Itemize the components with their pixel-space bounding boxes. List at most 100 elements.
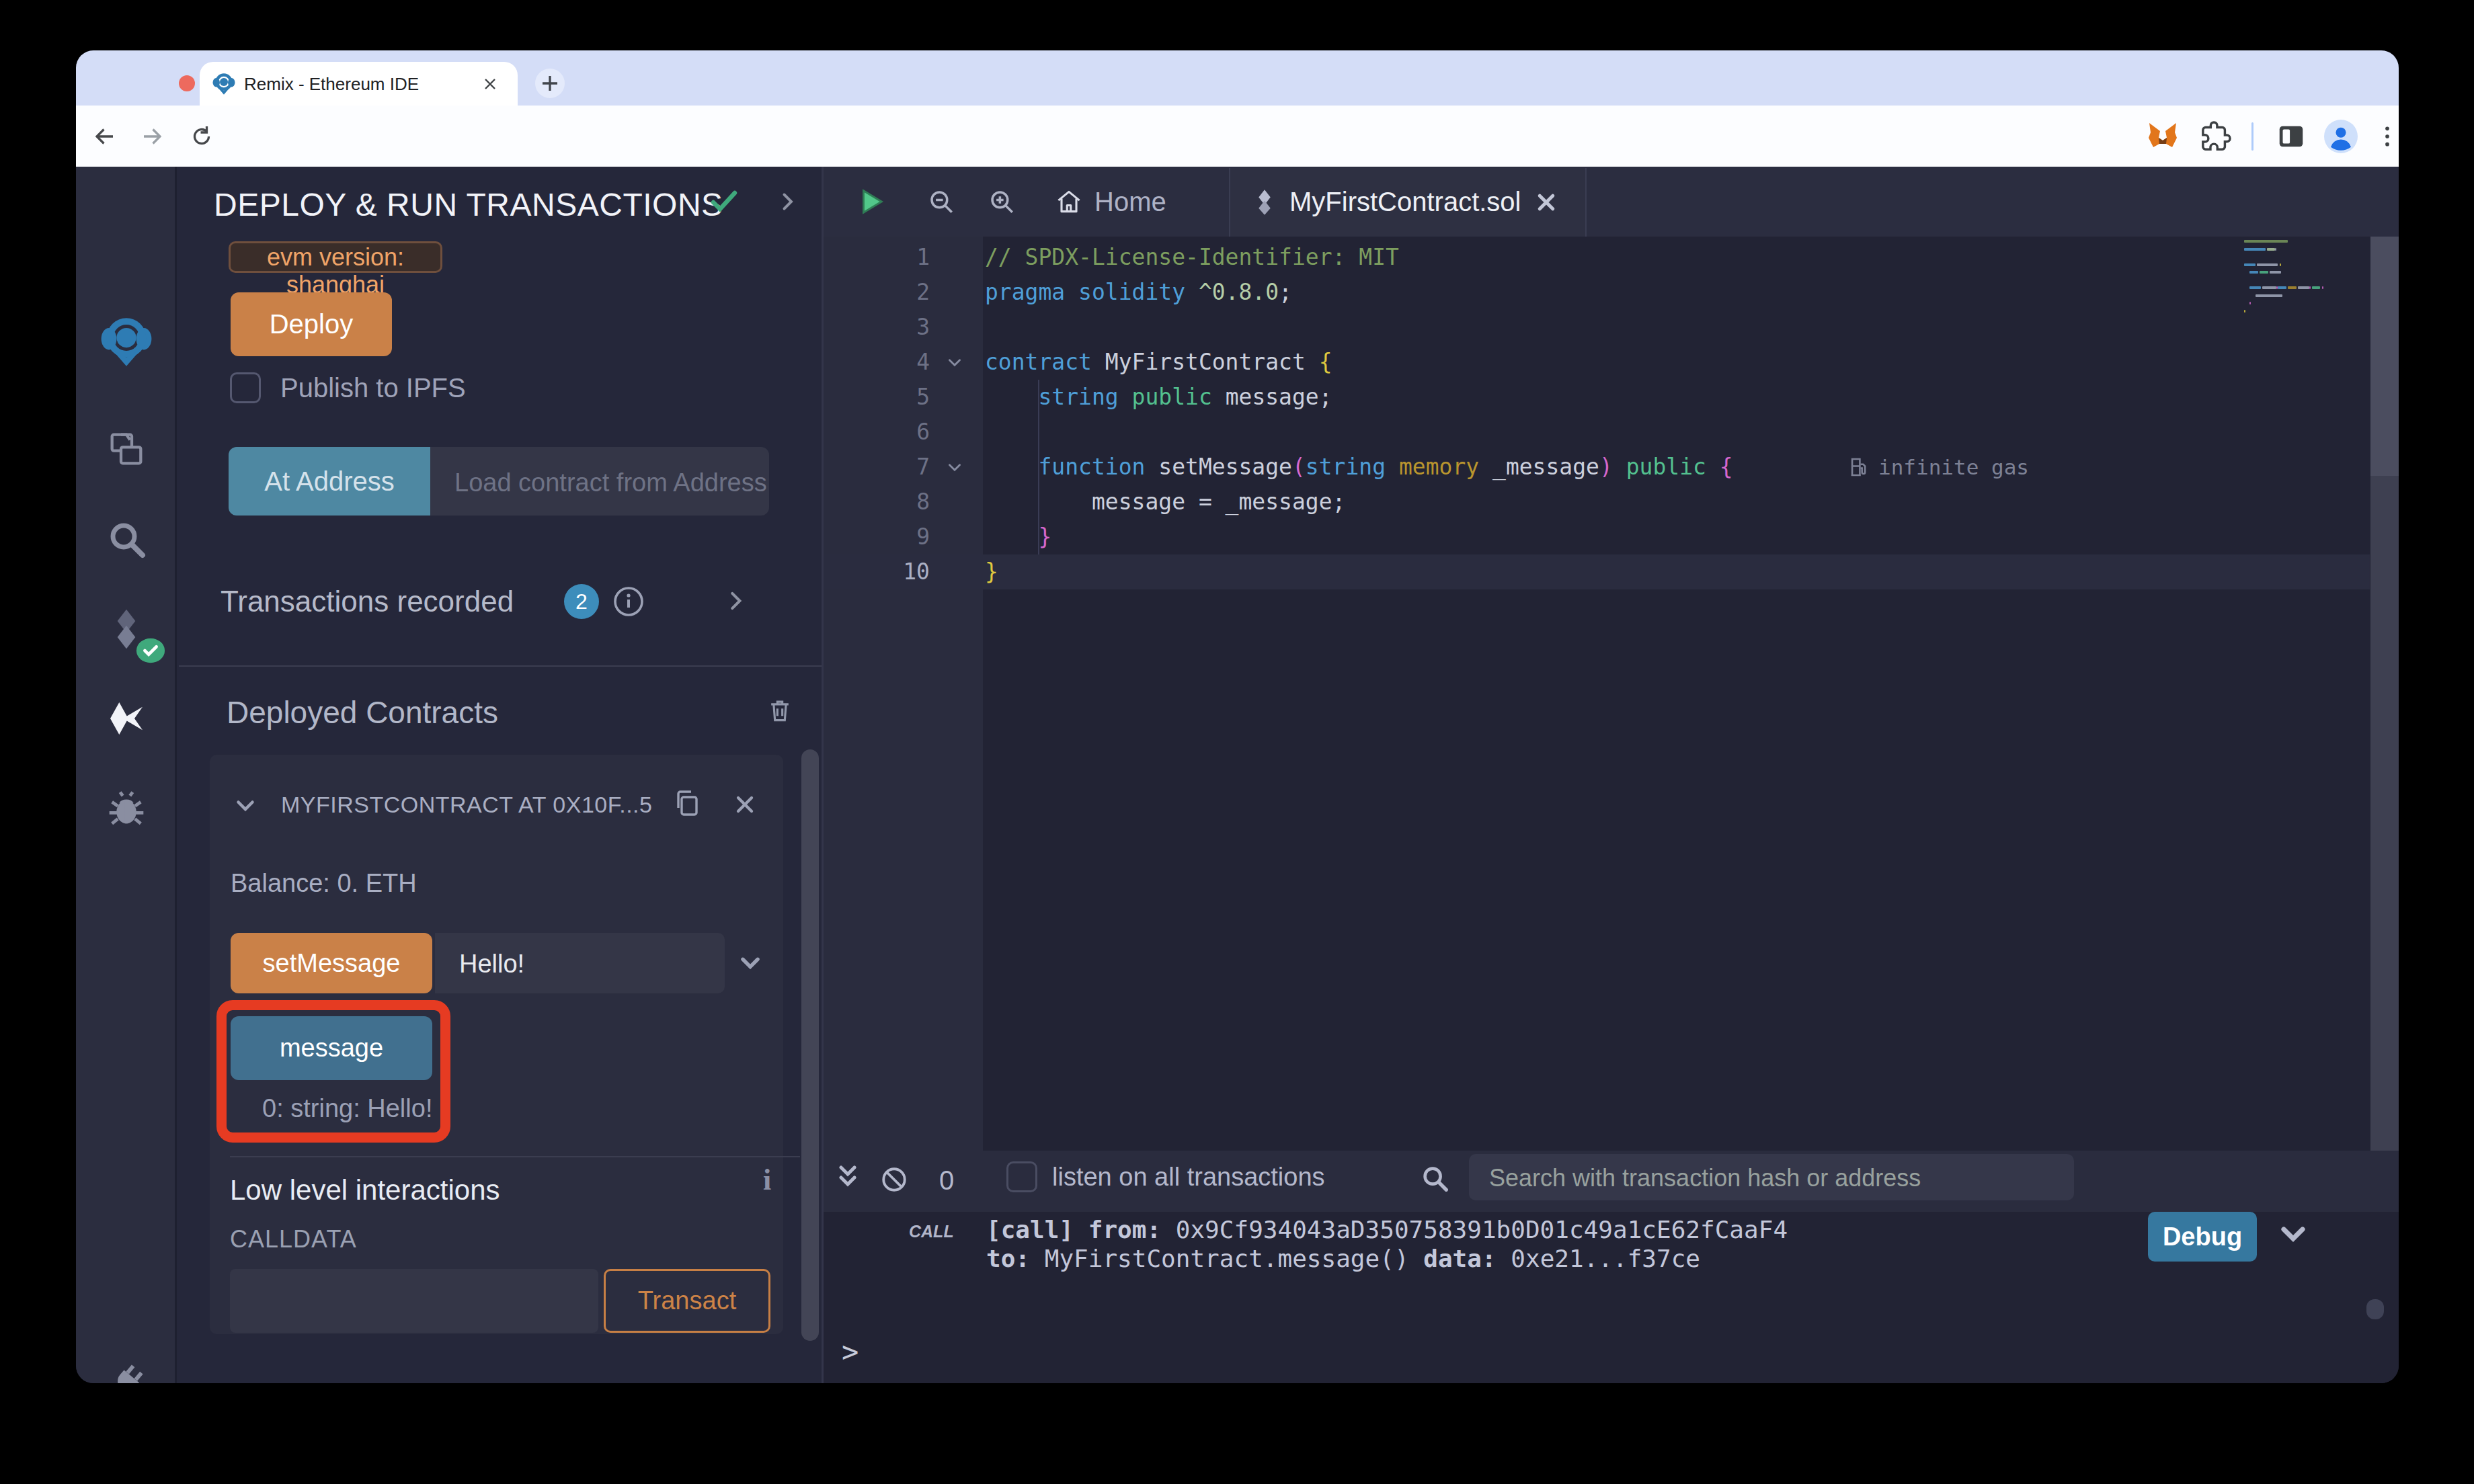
forward-button[interactable] bbox=[140, 124, 164, 149]
panel-scrollbar[interactable] bbox=[801, 749, 819, 1341]
debug-button[interactable]: Debug bbox=[2148, 1212, 2257, 1262]
line-number: 1 bbox=[824, 240, 930, 275]
terminal-collapse-icon[interactable] bbox=[834, 1163, 861, 1192]
panel-collapse-chevron[interactable] bbox=[775, 190, 799, 214]
copy-address-icon[interactable] bbox=[671, 786, 703, 821]
expand-args-chevron[interactable] bbox=[736, 950, 764, 975]
tab-file-active[interactable]: MyFirstContract.sol bbox=[1229, 168, 1587, 237]
browser-window: Remix - Ethereum IDE remix bbox=[76, 50, 2399, 1383]
plugin-icon-rail bbox=[76, 167, 177, 1383]
line-number: 5 bbox=[824, 380, 930, 415]
contract-pill-label[interactable]: MYFIRSTCONTRACT AT 0X10F...5 bbox=[281, 792, 652, 818]
publish-ipfs-checkbox[interactable] bbox=[230, 372, 261, 403]
code-text: contract MyFirstContract { bbox=[985, 345, 1332, 380]
listen-transactions-checkbox[interactable] bbox=[1006, 1161, 1037, 1192]
close-window-button[interactable] bbox=[179, 75, 195, 91]
deploy-run-icon[interactable] bbox=[105, 697, 148, 740]
fold-chevron-icon[interactable] bbox=[945, 354, 965, 372]
contract-collapse-chevron[interactable] bbox=[232, 793, 259, 817]
calldata-label: CALLDATA bbox=[230, 1225, 357, 1253]
minimap-line bbox=[2249, 302, 2251, 304]
code-line[interactable]: 8 message = _message; bbox=[824, 485, 2370, 520]
remix-logo bbox=[100, 316, 153, 368]
debugger-icon[interactable] bbox=[105, 788, 148, 831]
minimap-line bbox=[2244, 248, 2266, 251]
terminal-log-lines: [call] from: 0x9Cf934043aD350758391b0D01… bbox=[986, 1215, 1788, 1273]
browser-menu-icon[interactable] bbox=[2374, 123, 2399, 150]
code-line[interactable]: 6 bbox=[824, 415, 2370, 450]
listen-transactions-label: listen on all transactions bbox=[1052, 1163, 1325, 1192]
line-number: 2 bbox=[824, 275, 930, 310]
editor-scrollbar[interactable] bbox=[2370, 237, 2399, 1151]
code-line[interactable]: 1// SPDX-License-Identifier: MIT bbox=[824, 240, 2370, 275]
message-button[interactable]: message bbox=[231, 1016, 432, 1080]
code-line[interactable]: 2pragma solidity ^0.8.0; bbox=[824, 275, 2370, 310]
tab-title: Remix - Ethereum IDE bbox=[244, 74, 419, 95]
line-number: 10 bbox=[824, 554, 930, 589]
minimap-line bbox=[2278, 286, 2286, 289]
reload-button[interactable] bbox=[190, 124, 214, 149]
code-line[interactable]: 10} bbox=[824, 554, 2370, 589]
plugin-manager-icon[interactable] bbox=[105, 1361, 148, 1383]
tab-home[interactable]: Home bbox=[1054, 167, 1166, 237]
code-line[interactable]: 9 } bbox=[824, 520, 2370, 554]
line-number: 8 bbox=[824, 485, 930, 520]
clear-console-icon[interactable] bbox=[880, 1165, 908, 1194]
transact-button[interactable]: Transact bbox=[604, 1269, 770, 1333]
tab-file-label: MyFirstContract.sol bbox=[1289, 187, 1521, 217]
at-address-input[interactable]: Load contract from Address bbox=[430, 447, 769, 516]
code-line[interactable]: 4contract MyFirstContract { bbox=[824, 345, 2370, 380]
at-address-placeholder: Load contract from Address bbox=[454, 468, 767, 497]
side-panel-icon[interactable] bbox=[2276, 121, 2307, 152]
low-level-info-icon[interactable]: i bbox=[763, 1163, 771, 1197]
browser-tab[interactable]: Remix - Ethereum IDE bbox=[200, 62, 518, 106]
set-message-input[interactable]: Hello! bbox=[435, 933, 725, 993]
trash-icon[interactable] bbox=[765, 696, 795, 725]
publish-ipfs-label: Publish to IPFS bbox=[280, 373, 466, 403]
terminal-search-input[interactable]: Search with transaction hash or address bbox=[1469, 1154, 2074, 1200]
metamask-extension-icon[interactable] bbox=[2147, 120, 2179, 153]
close-file-tab-icon[interactable] bbox=[1534, 190, 1558, 214]
zoom-out-icon[interactable] bbox=[927, 188, 955, 216]
minimap-line bbox=[2244, 240, 2288, 243]
code-line[interactable]: 5 string public message; bbox=[824, 380, 2370, 415]
gas-estimate-annotation: infinite gas bbox=[1847, 450, 2029, 485]
remove-contract-icon[interactable] bbox=[731, 791, 758, 818]
code-line[interactable]: 3 bbox=[824, 310, 2370, 345]
zoom-in-icon[interactable] bbox=[988, 188, 1016, 216]
remix-favicon bbox=[212, 72, 236, 96]
log-expand-chevron[interactable] bbox=[2276, 1219, 2311, 1251]
fold-chevron-icon[interactable] bbox=[945, 459, 965, 477]
calldata-input[interactable] bbox=[230, 1269, 598, 1333]
new-tab-button[interactable] bbox=[535, 69, 565, 98]
close-tab-icon[interactable] bbox=[482, 76, 498, 92]
panel-title: DEPLOY & RUN TRANSACTIONS bbox=[214, 186, 723, 223]
minimap-line bbox=[2256, 294, 2282, 297]
minimap-line bbox=[2257, 263, 2278, 266]
set-message-value: Hello! bbox=[459, 950, 524, 979]
search-icon[interactable] bbox=[105, 518, 148, 561]
set-message-button[interactable]: setMessage bbox=[231, 933, 432, 993]
terminal-scrollbar-thumb[interactable] bbox=[2366, 1299, 2384, 1319]
minimap-line bbox=[2280, 263, 2281, 266]
at-address-button[interactable]: At Address bbox=[229, 447, 430, 516]
browser-tab-strip: Remix - Ethereum IDE bbox=[76, 50, 2399, 106]
editor-minimap[interactable] bbox=[2244, 240, 2345, 327]
home-icon bbox=[1054, 187, 1084, 216]
line-number: 9 bbox=[824, 520, 930, 554]
profile-avatar[interactable] bbox=[2324, 120, 2358, 153]
terminal-search-placeholder: Search with transaction hash or address bbox=[1489, 1164, 1921, 1192]
extensions-icon[interactable] bbox=[2200, 121, 2231, 152]
editor-scrollbar-thumb[interactable] bbox=[2370, 237, 2399, 476]
transactions-info-icon[interactable] bbox=[612, 585, 645, 618]
minimap-line bbox=[2298, 286, 2309, 289]
code-line[interactable]: 7 function setMessage(string memory _mes… bbox=[824, 450, 2370, 485]
deploy-button[interactable]: Deploy bbox=[231, 292, 392, 356]
message-output: 0: string: Hello! bbox=[262, 1094, 432, 1123]
terminal-log-line: [call] from: 0x9Cf934043aD350758391b0D01… bbox=[986, 1215, 1788, 1244]
file-explorer-icon[interactable] bbox=[105, 427, 148, 470]
run-script-icon[interactable] bbox=[856, 186, 887, 217]
minimap-line bbox=[2262, 286, 2276, 289]
transactions-expand-chevron[interactable] bbox=[723, 588, 748, 614]
back-button[interactable] bbox=[93, 124, 117, 149]
